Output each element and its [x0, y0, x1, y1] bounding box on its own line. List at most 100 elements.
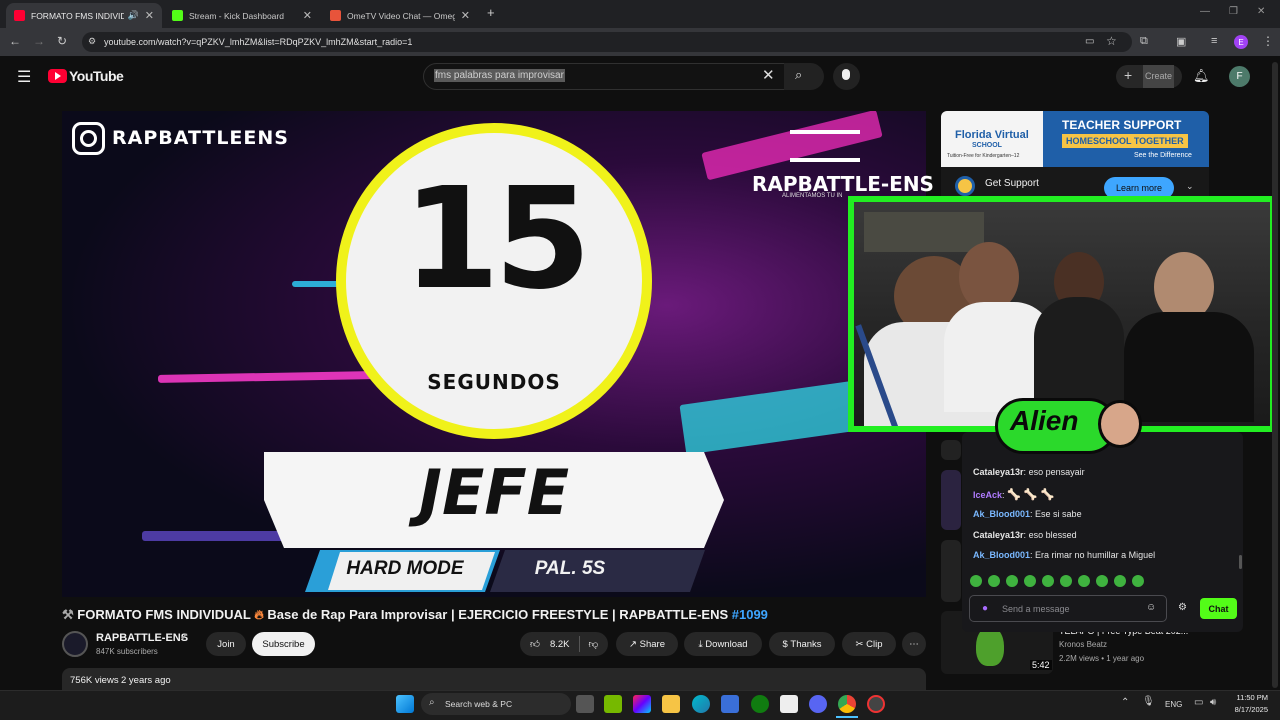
emote-icon[interactable] [1096, 575, 1108, 587]
clear-search-icon[interactable]: ✕ [762, 66, 775, 84]
close-tab-icon[interactable]: ✕ [461, 9, 470, 22]
task-view-icon[interactable] [576, 695, 594, 713]
download-label: Download [705, 638, 748, 650]
file-explorer-icon[interactable] [662, 695, 680, 713]
discord-icon[interactable] [809, 695, 827, 713]
related-thumbnail[interactable] [941, 470, 961, 530]
language-indicator[interactable]: ENG [1165, 700, 1182, 709]
emote-icon[interactable] [1060, 575, 1072, 587]
subscribe-button[interactable]: Subscribe [252, 632, 315, 656]
emote-icon[interactable] [988, 575, 1000, 587]
plus-icon: + [1124, 67, 1133, 83]
close-window-icon[interactable]: ✕ [1257, 6, 1265, 17]
duration-badge: 5:42 [1030, 660, 1052, 670]
copilot-icon[interactable] [633, 695, 651, 713]
like-count[interactable]: 8.2K [550, 639, 570, 650]
chat-scrollbar[interactable] [1239, 555, 1242, 569]
menu-kebab-icon[interactable]: ⋮ [1262, 34, 1274, 48]
windows-start-icon[interactable] [396, 695, 414, 713]
title-hashtag[interactable]: #1099 [732, 607, 768, 622]
channel-name[interactable]: RAPBATTLE-ENS [96, 632, 188, 644]
microphone-icon [842, 69, 850, 80]
emote-icon[interactable] [1006, 575, 1018, 587]
extensions-icon[interactable]: ⧉ [1140, 35, 1148, 48]
chat-username[interactable]: Ak_Blood001 [973, 509, 1030, 519]
tab-youtube[interactable]: FORMATO FMS INDIVIDUAL 🔊 ✕ [6, 3, 162, 28]
obs-icon[interactable] [867, 695, 885, 713]
tray-chevron-icon[interactable]: ⌃ [1121, 697, 1129, 708]
instagram-lens [80, 130, 97, 147]
search-button[interactable] [784, 63, 824, 90]
emote-icon[interactable] [1132, 575, 1144, 587]
tab-strip: FORMATO FMS INDIVIDUAL 🔊 ✕ Stream - Kick… [0, 0, 1280, 28]
thanks-button[interactable]: $ Thanks [769, 632, 835, 656]
hamburger-menu-icon[interactable]: ☰ [17, 67, 31, 87]
ad-tuition: Tuition-Free for Kindergarten–12 [947, 153, 1020, 159]
reload-icon[interactable]: ↻ [57, 34, 67, 48]
forward-icon[interactable]: → [33, 34, 45, 48]
chat-username[interactable]: Ak_Blood001 [973, 550, 1030, 560]
chat-username[interactable]: Cataleya13r [973, 467, 1024, 477]
site-info-icon[interactable]: ⚙ [88, 36, 96, 47]
emote-icon[interactable] [1042, 575, 1054, 587]
volume-icon[interactable]: 🔊︎ [1210, 697, 1216, 708]
notepad-icon[interactable] [780, 695, 798, 713]
chrome-icon[interactable] [838, 695, 856, 713]
close-tab-icon[interactable]: ✕ [145, 9, 154, 22]
speaker-icon[interactable]: 🔊 [128, 10, 139, 21]
active-app-indicator [836, 716, 858, 718]
minimize-icon[interactable]: — [1200, 6, 1210, 17]
tab-kick[interactable]: Stream - Kick Dashboard ✕ [164, 3, 320, 28]
profile-avatar[interactable]: E [1234, 35, 1248, 49]
tab-ometv[interactable]: OmeTV Video Chat — Omegle ✕ [322, 3, 478, 28]
related-channel[interactable]: Kronos Beatz [1059, 640, 1107, 649]
store-icon[interactable] [721, 695, 739, 713]
restore-icon[interactable]: ❐ [1229, 6, 1238, 17]
upload-age: 2 years ago [121, 675, 171, 686]
edge-icon[interactable] [692, 695, 710, 713]
tray-mic-icon[interactable]: 🎙︎ [1142, 696, 1155, 707]
reading-list-icon[interactable]: ≡ [1211, 35, 1217, 47]
chat-username[interactable]: IceAck [973, 490, 1002, 500]
search-query[interactable]: fms palabras para improvisar [434, 69, 565, 82]
thumbs-down-icon[interactable]: 👎︎ [588, 638, 598, 650]
download-button[interactable]: ⤓ Download [684, 632, 762, 656]
chat-username[interactable]: Cataleya13r [973, 530, 1024, 540]
page-scrollbar[interactable] [1272, 62, 1278, 688]
account-avatar[interactable]: F [1229, 66, 1250, 87]
cast-icon[interactable]: ▭ [1085, 36, 1094, 47]
like-dislike-group: 👍︎ 8.2K 👎︎ [520, 632, 608, 656]
emote-icon[interactable] [970, 575, 982, 587]
close-tab-icon[interactable]: ✕ [303, 9, 312, 22]
youtube-logo-text[interactable]: YouTube [69, 68, 124, 84]
xbox-icon[interactable] [751, 695, 769, 713]
channel-avatar[interactable] [62, 631, 88, 657]
microphone-icon[interactable]: ● [982, 603, 988, 614]
emote-bar [970, 575, 1160, 587]
join-button[interactable]: Join [206, 632, 246, 656]
monitor-icon[interactable]: ▭ [1194, 697, 1203, 708]
emote-icon[interactable] [1078, 575, 1090, 587]
emote-icon[interactable] [1114, 575, 1126, 587]
back-icon[interactable]: ← [9, 34, 21, 48]
chevron-down-icon[interactable]: ⌄ [1186, 181, 1194, 192]
share-button[interactable]: ↗ Share [616, 632, 678, 656]
notifications-bell-icon[interactable]: 🔔︎ [1193, 68, 1210, 84]
new-tab-icon[interactable]: + [487, 5, 495, 20]
related-thumbnail[interactable] [941, 440, 961, 460]
video-title: ⚒ FORMATO FMS INDIVIDUAL 🔥︎ Base de Rap … [62, 607, 768, 623]
clock-date[interactable]: 8/17/2025 [1229, 705, 1268, 714]
nvidia-app-icon[interactable] [604, 695, 622, 713]
emote-icon[interactable] [1024, 575, 1036, 587]
related-thumbnail[interactable] [941, 540, 961, 602]
emoji-picker-icon[interactable]: ☺ [1146, 602, 1156, 613]
thumbs-up-icon[interactable]: 👍︎ [530, 638, 540, 650]
url-text[interactable]: youtube.com/watch?v=qPZKV_lmhZM&list=RDq… [104, 37, 412, 47]
clip-button[interactable]: ✂ Clip [842, 632, 896, 656]
chat-send-button[interactable]: Chat [1200, 598, 1237, 619]
more-actions-button[interactable]: ⋯ [902, 632, 926, 656]
clock-time[interactable]: 11:50 PM [1232, 693, 1268, 702]
chat-settings-gear-icon[interactable]: ⚙ [1178, 602, 1187, 613]
bookmark-star-icon[interactable]: ☆ [1106, 34, 1117, 48]
side-panel-icon[interactable]: ▣ [1176, 35, 1186, 48]
